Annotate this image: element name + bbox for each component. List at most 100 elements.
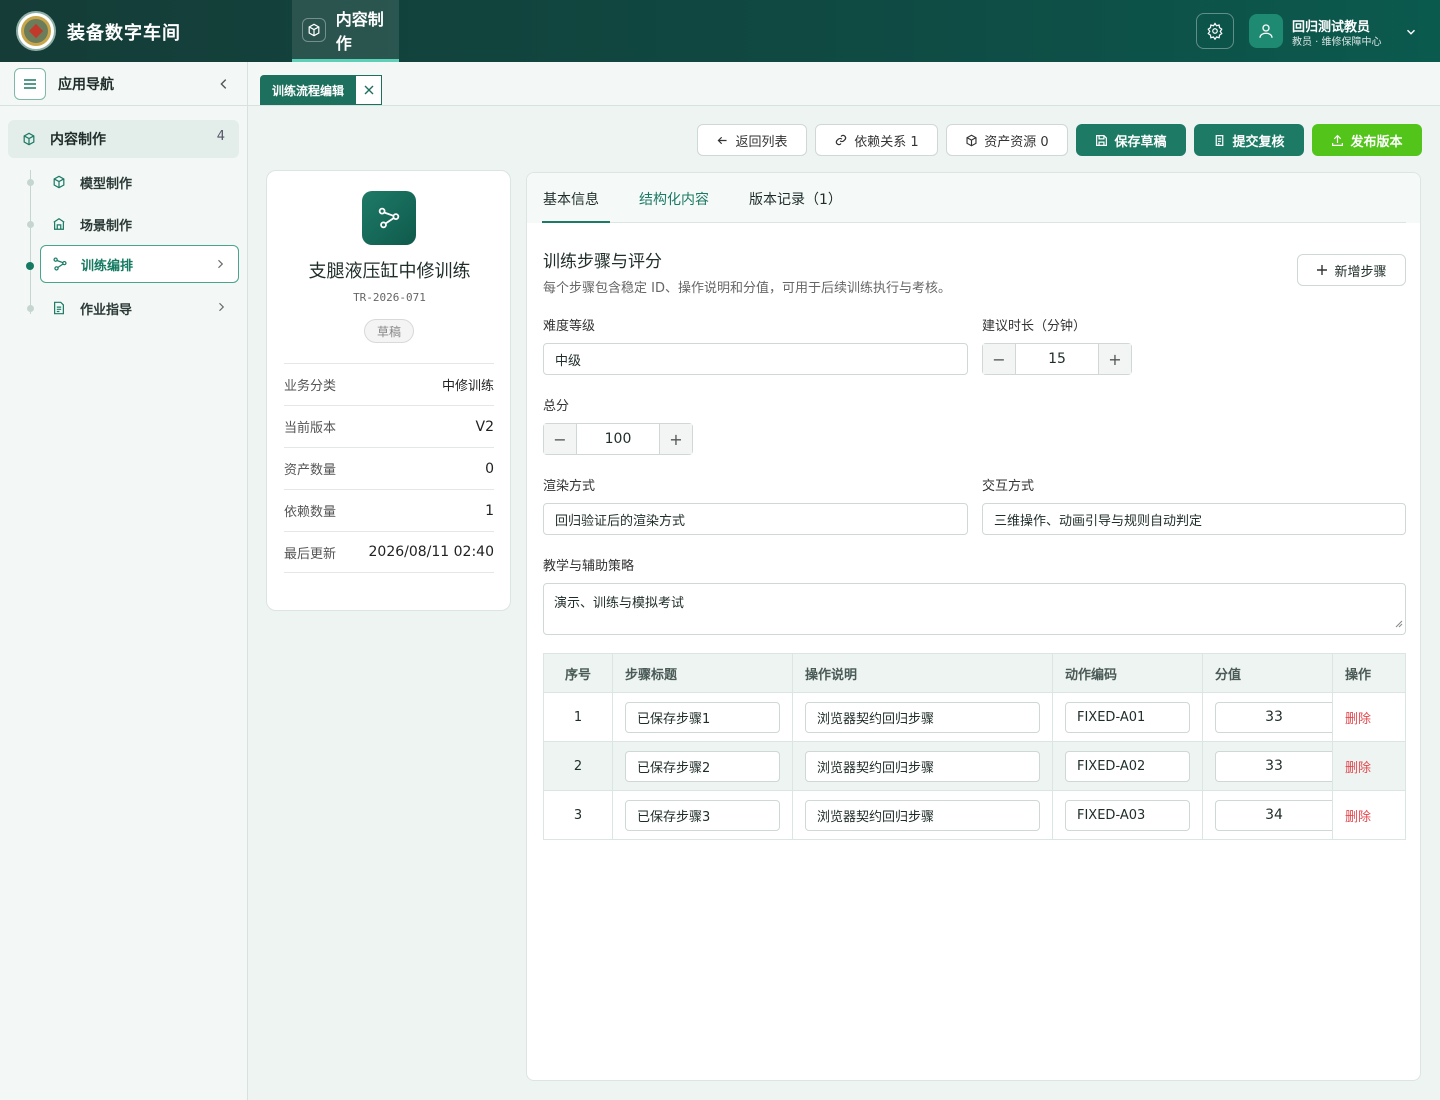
sidebar: 应用导航 内容制作 4 模型制作 场景制作 训练编排 作业指导 (0, 62, 248, 1100)
duration-value[interactable]: 15 (1015, 344, 1099, 374)
delete-step-link[interactable]: 删除 (1345, 810, 1371, 825)
collapse-sidebar-icon[interactable] (217, 76, 231, 95)
score-input[interactable]: 33 (1215, 701, 1332, 733)
sidebar-item-guide[interactable]: 作业指导 (40, 289, 239, 327)
action-code-input[interactable]: FIXED-A03 (1065, 799, 1190, 831)
score-input[interactable]: 34 (1215, 799, 1332, 831)
save-draft-button[interactable]: 保存草稿 (1076, 124, 1186, 156)
building-icon (53, 218, 65, 230)
clipboard-icon (1216, 134, 1224, 146)
col-header: 步骤标题 (612, 653, 793, 693)
total-score-stepper[interactable]: − 100 + (543, 423, 693, 455)
add-step-button[interactable]: 新增步骤 (1297, 254, 1406, 286)
field-row: 依赖数量 1 (284, 489, 494, 531)
sidebar-group-count: 4 (216, 129, 225, 144)
field-value: 0 (485, 460, 494, 477)
module-tab-label: 内容制作 (335, 9, 384, 53)
difficulty-label: 难度等级 (543, 319, 596, 334)
sidebar-item-model[interactable]: 模型制作 (40, 163, 239, 201)
tab-divider (542, 222, 1406, 223)
table-row: 3 已保存步骤3 浏览器契约回归步骤 FIXED-A03 34 删除 (543, 790, 1406, 840)
field-key: 依赖数量 (284, 505, 337, 520)
chevron-right-icon (214, 258, 226, 274)
col-header: 分值 (1202, 653, 1333, 693)
chevron-right-icon (215, 301, 227, 317)
delete-step-link[interactable]: 删除 (1345, 712, 1371, 727)
field-row: 最后更新 2026/08/11 02:40 (284, 531, 494, 573)
step-title-input[interactable]: 已保存步骤3 (625, 799, 780, 831)
render-mode-input[interactable]: 回归验证后的渲染方式 (543, 503, 968, 535)
sidebar-title: 应用导航 (58, 76, 114, 93)
field-key: 最后更新 (284, 546, 337, 562)
resize-grip-icon[interactable] (1395, 617, 1403, 632)
row-number: 2 (543, 741, 613, 791)
field-row: 业务分类 中修训练 (284, 363, 494, 405)
col-header: 操作说明 (792, 653, 1053, 693)
increment-button[interactable]: + (1099, 344, 1131, 374)
sidebar-item-training[interactable]: 训练编排 (40, 245, 239, 283)
app-title: 装备数字车间 (67, 23, 181, 44)
difficulty-input[interactable]: 中级 (543, 343, 968, 375)
total-score-label: 总分 (543, 399, 570, 414)
back-to-list-button[interactable]: 返回列表 (697, 124, 807, 156)
assets-button[interactable]: 资产资源 0 (946, 124, 1068, 156)
action-code-input[interactable]: FIXED-A01 (1065, 701, 1190, 733)
decrement-button[interactable]: − (983, 344, 1015, 374)
close-icon[interactable] (356, 75, 383, 105)
publish-version-button[interactable]: 发布版本 (1312, 124, 1422, 156)
assets-label: 资产资源 0 (984, 134, 1049, 150)
action-code-input[interactable]: FIXED-A02 (1065, 750, 1190, 782)
col-header: 序号 (543, 653, 613, 693)
submit-label: 提交复核 (1232, 134, 1285, 150)
field-row: 资产数量 0 (284, 447, 494, 489)
top-bar: 装备数字车间 内容制作 回归测试教员 教员 · 维修保障中心 (0, 0, 1440, 62)
col-header: 操作 (1332, 653, 1406, 693)
tab-basic-info[interactable]: 基本信息 (543, 189, 599, 209)
strategy-textarea[interactable]: 演示、训练与模拟考试 (543, 583, 1406, 635)
doc-tab-training-edit[interactable]: 训练流程编辑 (260, 75, 383, 105)
tree-dot (27, 221, 34, 228)
section-title: 训练步骤与评分 (543, 252, 662, 272)
field-value: 2026/08/11 02:40 (368, 544, 495, 560)
table-row: 2 已保存步骤2 浏览器契约回归步骤 FIXED-A02 33 删除 (543, 741, 1406, 791)
row-number: 1 (543, 692, 613, 742)
menu-toggle-button[interactable] (14, 67, 46, 100)
add-step-label: 新增步骤 (1334, 264, 1387, 280)
sidebar-group-content[interactable]: 内容制作 4 (8, 120, 239, 158)
user-menu-chevron-down-icon[interactable] (1404, 24, 1418, 43)
step-desc-input[interactable]: 浏览器契约回归步骤 (805, 799, 1040, 831)
step-title-input[interactable]: 已保存步骤2 (625, 750, 780, 782)
cube-icon (53, 175, 65, 189)
submit-review-button[interactable]: 提交复核 (1194, 124, 1304, 156)
increment-button[interactable]: + (660, 424, 692, 454)
field-key: 业务分类 (284, 379, 337, 394)
field-key: 当前版本 (284, 421, 337, 436)
total-score-value[interactable]: 100 (576, 424, 660, 454)
panel-tabs: 基本信息 结构化内容 版本记录（1） (527, 173, 1420, 223)
tree-line (30, 170, 31, 314)
user-avatar[interactable] (1249, 14, 1283, 48)
dependencies-button[interactable]: 依赖关系 1 (815, 124, 938, 156)
table-header-row: 序号 步骤标题 操作说明 动作编码 分值 操作 (543, 653, 1406, 693)
gear-icon (1207, 22, 1223, 40)
step-desc-input[interactable]: 浏览器契约回归步骤 (805, 701, 1040, 733)
step-desc-input[interactable]: 浏览器契约回归步骤 (805, 750, 1040, 782)
duration-stepper[interactable]: − 15 + (982, 343, 1132, 375)
tab-version-history[interactable]: 版本记录（1） (749, 189, 842, 209)
editor-panel: 基本信息 结构化内容 版本记录（1） 训练步骤与评分 每个步骤包含稳定 ID、操… (526, 172, 1421, 1081)
module-tab-content[interactable]: 内容制作 (292, 0, 399, 62)
tab-structured-content[interactable]: 结构化内容 (639, 189, 709, 209)
interaction-mode-input[interactable]: 三维操作、动画引导与规则自动判定 (982, 503, 1406, 535)
decrement-button[interactable]: − (544, 424, 576, 454)
status-badge: 草稿 (364, 319, 414, 343)
delete-step-link[interactable]: 删除 (1345, 761, 1371, 776)
score-input[interactable]: 33 (1215, 750, 1332, 782)
step-title-input[interactable]: 已保存步骤1 (625, 701, 780, 733)
flow-icon (362, 191, 416, 245)
settings-button[interactable] (1196, 13, 1234, 49)
user-icon (1259, 24, 1273, 38)
sidebar-group-label: 内容制作 (50, 132, 106, 148)
document-icon (54, 301, 64, 315)
sidebar-item-scene[interactable]: 场景制作 (40, 205, 239, 243)
link-icon (836, 134, 847, 146)
